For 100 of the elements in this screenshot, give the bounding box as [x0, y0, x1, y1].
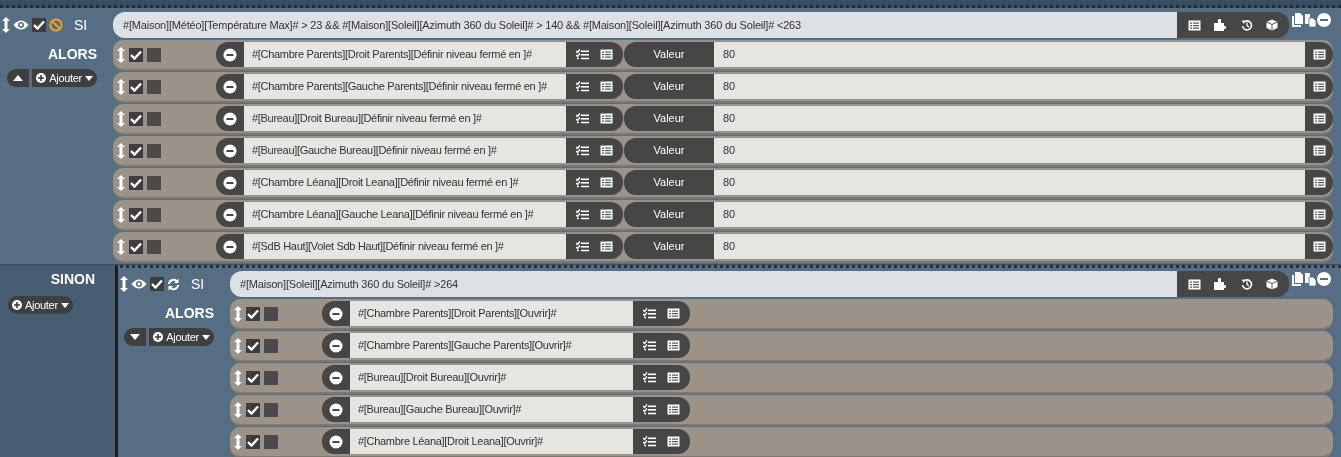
- drag-handle-icon[interactable]: [120, 276, 128, 292]
- value-button[interactable]: Valeur: [624, 202, 714, 227]
- list-icon[interactable]: [600, 177, 614, 188]
- list-icon[interactable]: [600, 49, 614, 60]
- list-icon[interactable]: [600, 113, 614, 124]
- list-icon[interactable]: [600, 145, 614, 156]
- toggle-button[interactable]: [124, 328, 147, 346]
- list-icon[interactable]: [600, 81, 614, 92]
- checklist-icon[interactable]: [575, 177, 589, 188]
- list-icon[interactable]: [1312, 241, 1326, 252]
- minus-icon[interactable]: [329, 338, 343, 353]
- list-icon[interactable]: [600, 241, 614, 252]
- checklist-icon[interactable]: [575, 145, 589, 156]
- value-field[interactable]: 80: [714, 202, 1305, 227]
- remove-button[interactable]: [216, 170, 244, 195]
- list-icon[interactable]: [667, 308, 681, 319]
- command-field[interactable]: #[Chambre Léana][Gauche Leana][Définir niveau fermé en ]#: [244, 202, 566, 227]
- command-field[interactable]: #[SdB Haut][Volet Sdb Haut][Définir niveau fermé en ]#: [244, 234, 566, 259]
- command-field[interactable]: #[Chambre Léana][Droit Leana][Définir niveau fermé en ]#: [244, 170, 566, 195]
- drag-handle-icon[interactable]: [234, 305, 242, 322]
- add-button[interactable]: Ajouter: [149, 328, 214, 346]
- command-field[interactable]: #[Chambre Parents][Droit Parents][Définir niveau fermé en ]#: [244, 42, 566, 67]
- checkbox[interactable]: [147, 47, 161, 62]
- list-icon[interactable]: [1312, 145, 1326, 156]
- list-icon[interactable]: [667, 372, 681, 383]
- command-field[interactable]: #[Chambre Parents][Gauche Parents][Ouvrir]#: [350, 333, 633, 358]
- command-field[interactable]: #[Chambre Léana][Droit Leana][Ouvrir]#: [350, 429, 633, 454]
- cube-icon[interactable]: [1266, 278, 1279, 290]
- minus-icon[interactable]: [223, 239, 237, 254]
- checklist-icon[interactable]: [642, 372, 656, 383]
- drag-handle-icon[interactable]: [117, 238, 125, 255]
- checkbox[interactable]: [147, 79, 161, 94]
- checkbox[interactable]: [129, 111, 143, 126]
- command-field[interactable]: #[Bureau][Gauche Bureau][Ouvrir]#: [350, 397, 633, 422]
- checklist-icon[interactable]: [575, 113, 589, 124]
- checkbox[interactable]: [129, 207, 143, 222]
- puzzle-icon[interactable]: [1214, 278, 1228, 290]
- drag-handle-icon[interactable]: [234, 401, 242, 418]
- value-field[interactable]: 80: [714, 234, 1305, 259]
- drag-handle-icon[interactable]: [117, 46, 125, 63]
- command-field[interactable]: #[Bureau][Gauche Bureau][Définir niveau fermé en ]#: [244, 138, 566, 163]
- drag-handle-icon[interactable]: [117, 142, 125, 159]
- command-field[interactable]: #[Bureau][Droit Bureau][Définir niveau fermé en ]#: [244, 106, 566, 131]
- add-button[interactable]: Ajouter: [8, 296, 73, 314]
- checkbox[interactable]: [246, 306, 260, 321]
- eye-icon[interactable]: [13, 19, 29, 31]
- remove-button[interactable]: [322, 397, 350, 422]
- checklist-icon[interactable]: [575, 81, 589, 92]
- checkbox[interactable]: [264, 434, 278, 449]
- value-field[interactable]: 80: [714, 170, 1305, 195]
- value-field[interactable]: 80: [714, 74, 1305, 99]
- command-field[interactable]: #[Bureau][Droit Bureau][Ouvrir]#: [350, 365, 633, 390]
- history-icon[interactable]: [1240, 19, 1253, 31]
- drag-handle-icon[interactable]: [234, 337, 242, 354]
- checklist-icon[interactable]: [575, 49, 589, 60]
- remove-button[interactable]: [322, 333, 350, 358]
- checklist-icon[interactable]: [642, 340, 656, 351]
- drag-handle-icon[interactable]: [117, 206, 125, 223]
- list-icon[interactable]: [667, 404, 681, 415]
- value-button[interactable]: Valeur: [624, 138, 714, 163]
- minus-icon[interactable]: [329, 370, 343, 385]
- command-field[interactable]: #[Chambre Parents][Droit Parents][Ouvrir]#: [350, 301, 633, 326]
- remove-button[interactable]: [216, 42, 244, 67]
- checkbox[interactable]: [129, 143, 143, 158]
- list-icon[interactable]: [600, 209, 614, 220]
- paste-icon[interactable]: [1304, 13, 1316, 27]
- toggle-button[interactable]: [7, 69, 30, 87]
- value-field[interactable]: 80: [714, 106, 1305, 131]
- checkbox[interactable]: [32, 18, 46, 32]
- list-icon[interactable]: [1312, 209, 1326, 220]
- checkbox[interactable]: [264, 402, 278, 417]
- list-icon[interactable]: [667, 436, 681, 447]
- value-button[interactable]: Valeur: [624, 42, 714, 67]
- value-field[interactable]: 80: [714, 138, 1305, 163]
- remove-button[interactable]: [216, 138, 244, 163]
- list-icon[interactable]: [1312, 81, 1326, 92]
- checkbox[interactable]: [246, 338, 260, 353]
- add-button[interactable]: Ajouter: [32, 69, 97, 87]
- checkbox[interactable]: [150, 277, 164, 291]
- checkbox[interactable]: [147, 143, 161, 158]
- checkbox[interactable]: [264, 370, 278, 385]
- remove-button[interactable]: [322, 301, 350, 326]
- refresh-icon[interactable]: [167, 277, 180, 291]
- remove-button[interactable]: [216, 234, 244, 259]
- checklist-icon[interactable]: [642, 404, 656, 415]
- list-icon[interactable]: [1312, 113, 1326, 124]
- checkbox[interactable]: [129, 79, 143, 94]
- minus-icon[interactable]: [329, 434, 343, 449]
- minus-icon[interactable]: [223, 175, 237, 190]
- value-button[interactable]: Valeur: [624, 234, 714, 259]
- puzzle-icon[interactable]: [1214, 19, 1228, 31]
- remove-button[interactable]: [216, 202, 244, 227]
- checkbox[interactable]: [129, 239, 143, 254]
- checkbox[interactable]: [147, 239, 161, 254]
- paste-icon[interactable]: [1304, 272, 1316, 286]
- value-button[interactable]: Valeur: [624, 74, 714, 99]
- drag-handle-icon[interactable]: [117, 78, 125, 95]
- checkbox[interactable]: [246, 402, 260, 417]
- checkbox[interactable]: [264, 306, 278, 321]
- list-icon[interactable]: [1312, 177, 1326, 188]
